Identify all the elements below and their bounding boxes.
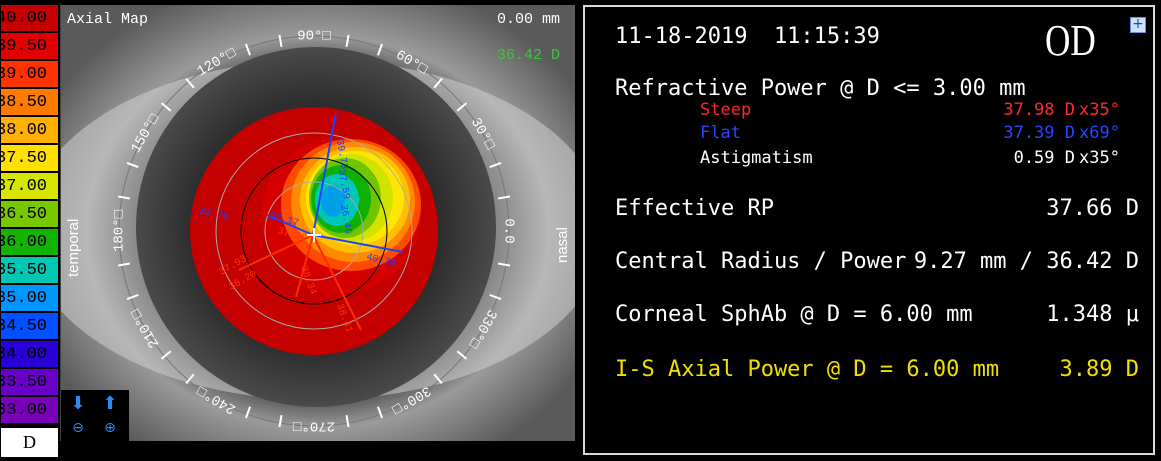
central-radius-value: 9.27 mm / 36.42 D [913, 249, 1139, 274]
temporal-label: temporal [65, 218, 82, 277]
angle-label: 270°□ [292, 417, 335, 433]
corneal-sphab-value: 1.348 μ [1046, 302, 1139, 327]
scale-swatch: 35.00 [1, 285, 58, 312]
scale-unit-label: D [1, 428, 58, 457]
scale-swatch: 33.00 [1, 397, 58, 424]
exam-datetime: 11-18-2019 11:15:39 [615, 24, 880, 49]
scale-swatch: 38.50 [1, 89, 58, 116]
arrow-down-icon[interactable]: ⬇ [67, 393, 89, 415]
is-axial-power-value: 3.89 D [1059, 357, 1139, 382]
astigmatism-value: 0.59 D [1013, 148, 1075, 168]
mm-readout: 0.00 mm [497, 11, 561, 28]
power-readout: 36.42 D [497, 47, 561, 64]
steep-axis: x35° [1079, 100, 1120, 120]
angle-label: 0.0 [500, 218, 516, 243]
expand-icon[interactable]: + [1130, 17, 1146, 33]
scale-swatch: 35.50 [1, 257, 58, 284]
map-title: Axial Map [67, 11, 149, 28]
angle-label: 90°□ [297, 29, 331, 45]
scale-swatch: 36.00 [1, 229, 58, 256]
scale-swatch: 40.00 [1, 5, 58, 32]
scale-swatch: 37.00 [1, 173, 58, 200]
scale-swatch: 33.50 [1, 369, 58, 396]
flat-axis: x69° [1079, 123, 1120, 143]
map-nav-controls: ⬇ ⬆ ⊖ ⊕ [61, 390, 129, 441]
zoom-out-icon[interactable]: ⊖ [67, 417, 89, 439]
angle-label: 180°□ [112, 209, 128, 252]
scale-swatch: 38.00 [1, 117, 58, 144]
scale-swatch: 39.00 [1, 61, 58, 88]
steep-value: 37.98 D [1003, 100, 1075, 120]
scale-swatch: 36.50 [1, 201, 58, 228]
color-scale-legend: 40.00 39.50 39.00 38.50 38.00 37.50 37.00 36.50… [1, 5, 58, 457]
flat-label: Flat [700, 123, 741, 143]
scale-swatch: 39.50 [1, 33, 58, 60]
is-axial-power-label: I-S Axial Power @ D = 6.00 mm [615, 357, 1000, 382]
scale-swatch: 34.00 [1, 341, 58, 368]
eye-indicator: OD [1045, 16, 1096, 65]
effective-rp-label: Effective RP [615, 196, 774, 221]
arrow-up-icon[interactable]: ⬆ [99, 393, 121, 415]
axial-map-canvas[interactable]: 0.030°□60°□90°□120°□150°□180°□210°□240°□… [61, 5, 575, 441]
refractive-power-title: Refractive Power @ D <= 3.00 mm [615, 76, 1026, 101]
astigmatism-axis: x35° [1079, 148, 1120, 168]
measurement-panel: 11-18-2019 11:15:39 OD + Refractive Powe… [583, 5, 1155, 455]
astigmatism-label: Astigmatism [700, 148, 813, 168]
corneal-sphab-label: Corneal SphAb @ D = 6.00 mm [615, 302, 973, 327]
zoom-in-icon[interactable]: ⊕ [99, 417, 121, 439]
steep-label: Steep [700, 100, 752, 120]
flat-value: 37.39 D [1003, 123, 1075, 143]
central-radius-label: Central Radius / Power [615, 249, 907, 274]
scale-swatch: 37.50 [1, 145, 58, 172]
axial-map-panel[interactable]: 0.0 30°□ 60°□ 90°□ 120°□ 150°□ 180°□ 210°□ 240°□… [60, 5, 575, 441]
effective-rp-value: 37.66 D [1046, 196, 1139, 221]
topography-window: 40.00 39.50 39.00 38.50 38.00 37.50 37.00 36.50… [0, 0, 1161, 461]
scale-swatch: 34.50 [1, 313, 58, 340]
nasal-label: nasal [554, 227, 571, 263]
